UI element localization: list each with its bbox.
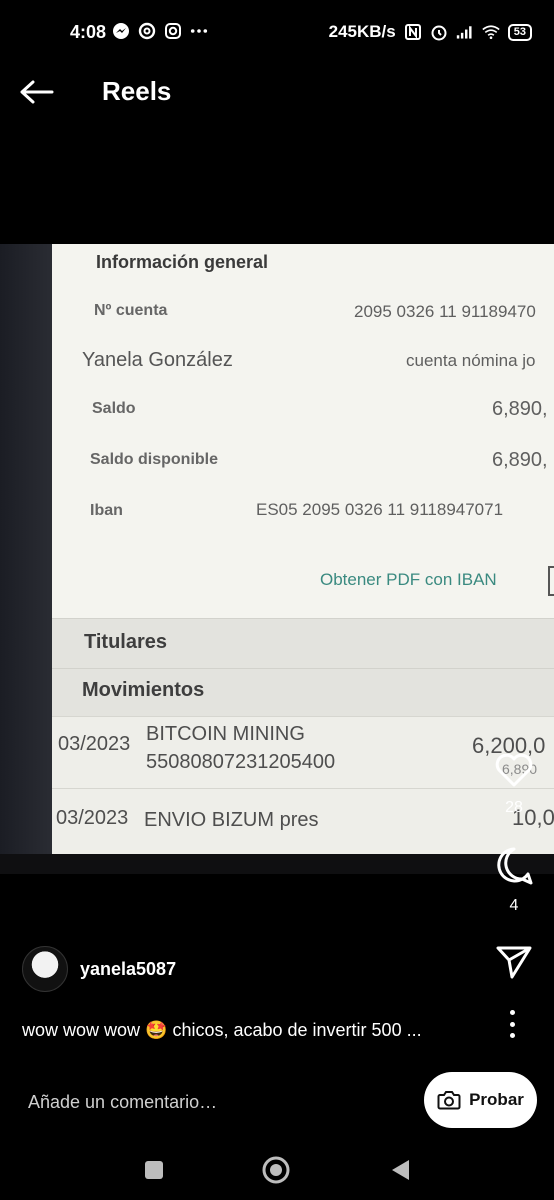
comment-button[interactable] [474, 846, 554, 891]
wifi-icon [482, 23, 500, 41]
movimientos-label: Movimientos [82, 679, 205, 701]
like-count: 28 [505, 799, 523, 816]
nfc-icon [404, 23, 422, 41]
back-arrow-icon [20, 80, 54, 104]
notification-icons [112, 22, 208, 40]
video-bottom-edge [0, 854, 554, 874]
triangle-back-icon [392, 1160, 409, 1180]
status-bar: 4:08 245KB/s 53 [0, 0, 554, 64]
try-button-label: Probar [469, 1090, 524, 1109]
camera-icon [437, 1091, 461, 1110]
like-button[interactable] [474, 753, 554, 793]
post-author[interactable]: yanela5087 [22, 946, 176, 992]
send-icon [496, 946, 532, 979]
holder-name: Yanela González [82, 349, 233, 371]
movement-reference: 55080807231205400 [146, 751, 336, 773]
comment-action: 4 [474, 846, 554, 915]
threads-icon [138, 22, 156, 40]
dot-icon [509, 1033, 515, 1038]
titulares-section: Titulares [52, 618, 554, 668]
square-icon [145, 1161, 163, 1179]
page-title: Reels [102, 76, 172, 106]
avatar[interactable] [22, 946, 68, 992]
titulares-label: Titulares [84, 631, 167, 653]
more-options-button[interactable] [504, 1010, 520, 1038]
share-button[interactable] [474, 944, 554, 985]
iban-label: Iban [90, 502, 123, 519]
dot-icon [509, 1021, 515, 1027]
saldo-label: Saldo [92, 400, 136, 417]
video-shadow [0, 244, 52, 874]
app-header: Reels [0, 64, 554, 120]
home-button[interactable] [258, 1152, 294, 1188]
reel-video[interactable]: Información general Nº cuenta 2095 0326 … [0, 244, 554, 874]
saldo-disponible-label: Saldo disponible [90, 451, 219, 468]
system-nav-bar [0, 1140, 554, 1200]
home-circle-icon [262, 1156, 290, 1184]
movement-concept: ENVIO BIZUM pres [144, 809, 319, 831]
like-action: 28 [474, 753, 554, 817]
saldo-value: 6,890, [492, 398, 548, 420]
comment-count: 4 [509, 897, 519, 914]
pdf-iban-link: Obtener PDF con IBAN [320, 570, 497, 589]
account-type: cuenta nómina jo [406, 351, 536, 370]
username[interactable]: yanela5087 [80, 959, 176, 980]
pdf-button-edge [548, 566, 554, 596]
account-info-section: Información general Nº cuenta 2095 0326 … [52, 244, 554, 618]
status-time: 4:08 [70, 22, 107, 42]
section-header: Información general [96, 252, 269, 272]
iban-value: ES05 2095 0326 11 9118947071 [256, 500, 504, 519]
try-camera-button[interactable]: Probar [424, 1072, 537, 1128]
movement-date: 03/2023 [56, 807, 129, 829]
recent-apps-button[interactable] [136, 1152, 172, 1188]
net-speed: 245KB/s [328, 22, 396, 41]
share-action [474, 944, 554, 985]
dot-icon [509, 1010, 515, 1015]
comment-input[interactable]: Añade un comentario… [28, 1092, 217, 1113]
saldo-disponible-value: 6,890, [492, 449, 548, 471]
alarm-icon [430, 23, 448, 41]
post-caption[interactable]: wow wow wow 🤩 chicos, acabo de invertir … [22, 1020, 422, 1041]
account-label: Nº cuenta [94, 302, 168, 319]
messenger-icon [112, 22, 130, 40]
system-icons: 245KB/s 53 [329, 22, 532, 42]
battery-indicator: 53 [507, 23, 532, 41]
movement-date: 03/2023 [58, 733, 131, 755]
movimientos-section: Movimientos [52, 668, 554, 716]
back-button[interactable] [20, 76, 60, 108]
back-nav-button[interactable] [382, 1152, 418, 1188]
signal-icon [456, 23, 474, 41]
account-number: 2095 0326 11 91189470 [354, 302, 536, 321]
comment-icon [497, 847, 533, 885]
movement-concept: BITCOIN MINING [146, 723, 305, 745]
heart-icon [495, 753, 533, 787]
instagram-icon [164, 22, 182, 40]
more-notifications-icon [190, 22, 208, 40]
